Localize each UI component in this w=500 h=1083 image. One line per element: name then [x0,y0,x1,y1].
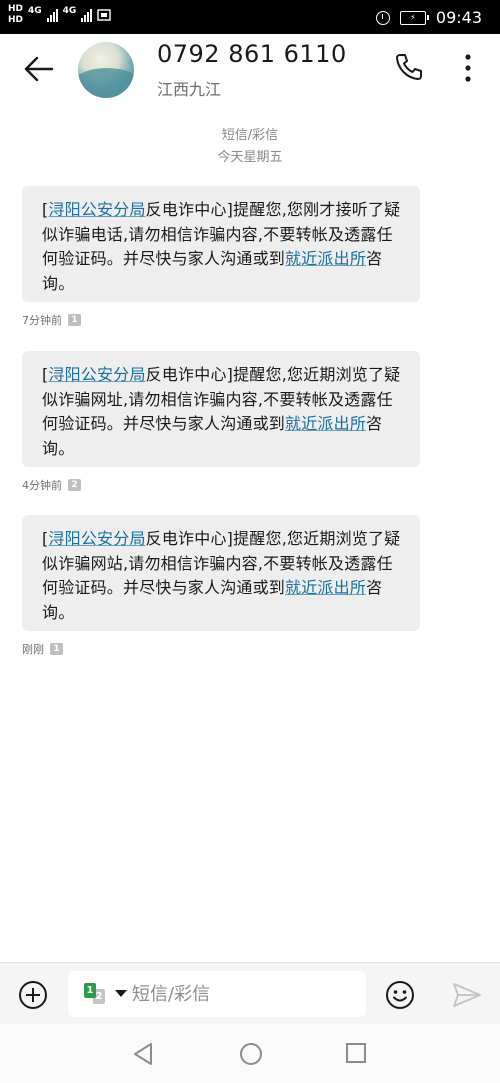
message-input[interactable] [132,982,352,1006]
phone-icon[interactable] [394,52,424,82]
sim-badge: 1 [68,314,81,326]
more-vertical-icon[interactable] [458,52,478,84]
hd-top: HD [8,4,24,14]
message-time: 7分钟前 [22,314,62,327]
network-type-1: 4G [28,6,42,16]
nav-back-icon[interactable] [132,1042,154,1066]
battery-icon: ⚡ [399,10,429,25]
message-link-police[interactable]: 浔阳公安分局 [48,529,145,548]
status-bar: HD HD 4G 4G ⚡ 09:43 [0,0,500,34]
message-bubble[interactable]: [浔阳公安分局反电诈中心]提醒您,您近期浏览了疑似诈骗网址,请勿相信诈骗内容,不… [22,351,420,467]
message-meta: 刚刚 1 [22,641,63,657]
sim-badge: 1 [50,643,63,655]
message-meta: 7分钟前 1 [22,312,81,328]
message-type-label: 短信/彩信 [221,128,279,143]
message-input-box[interactable]: 2 1 [68,971,366,1017]
contact-number: 0792 861 6110 [157,40,347,68]
message-composer: 2 1 [0,962,500,1025]
status-right: ⚡ 09:43 [375,8,482,27]
alarm-icon [375,10,390,25]
contact-location: 江西九江 [157,80,222,99]
message-link-station[interactable]: 就近派出所 [285,414,366,433]
message-bubble[interactable]: [浔阳公安分局反电诈中心]提醒您,您刚才接听了疑似诈骗电话,请勿相信诈骗内容,不… [22,186,420,302]
message-link-police[interactable]: 浔阳公安分局 [48,200,145,219]
status-left: HD HD 4G 4G [8,4,112,26]
hd-indicator: HD HD [8,4,23,26]
date-label: 今天星期五 [217,150,283,165]
message-link-police[interactable]: 浔阳公安分局 [48,365,145,384]
status-time: 09:43 [435,8,482,27]
message-link-station[interactable]: 就近派出所 [285,578,366,597]
emoji-icon[interactable] [385,980,415,1010]
message-time: 4分钟前 [22,479,62,492]
conversation-header: 0792 861 6110 江西九江 [0,34,500,106]
sim-switch-icon[interactable]: 2 1 [82,983,108,1005]
caret-down-icon[interactable] [115,990,127,997]
sim-primary: 1 [84,983,96,998]
network-type-2: 4G [62,6,77,16]
nav-home-icon[interactable] [239,1042,263,1066]
sim-badge: 2 [68,479,81,491]
back-arrow-icon[interactable] [22,52,56,86]
message-link-station[interactable]: 就近派出所 [285,249,366,268]
message-bubble[interactable]: [浔阳公安分局反电诈中心]提醒您,您近期浏览了疑似诈骗网站,请勿相信诈骗内容,不… [22,515,420,631]
nav-recent-icon[interactable] [345,1042,367,1064]
hd-bottom: HD [8,15,24,25]
signal-icon-2 [81,8,93,22]
signal-icon [46,8,58,22]
message-meta: 4分钟前 2 [22,477,81,493]
message-time: 刚刚 [22,643,44,656]
wifi-icon [97,9,112,21]
system-nav-bar [0,1024,500,1083]
avatar[interactable] [78,42,134,98]
add-icon[interactable] [18,980,48,1010]
send-icon[interactable] [452,981,482,1009]
